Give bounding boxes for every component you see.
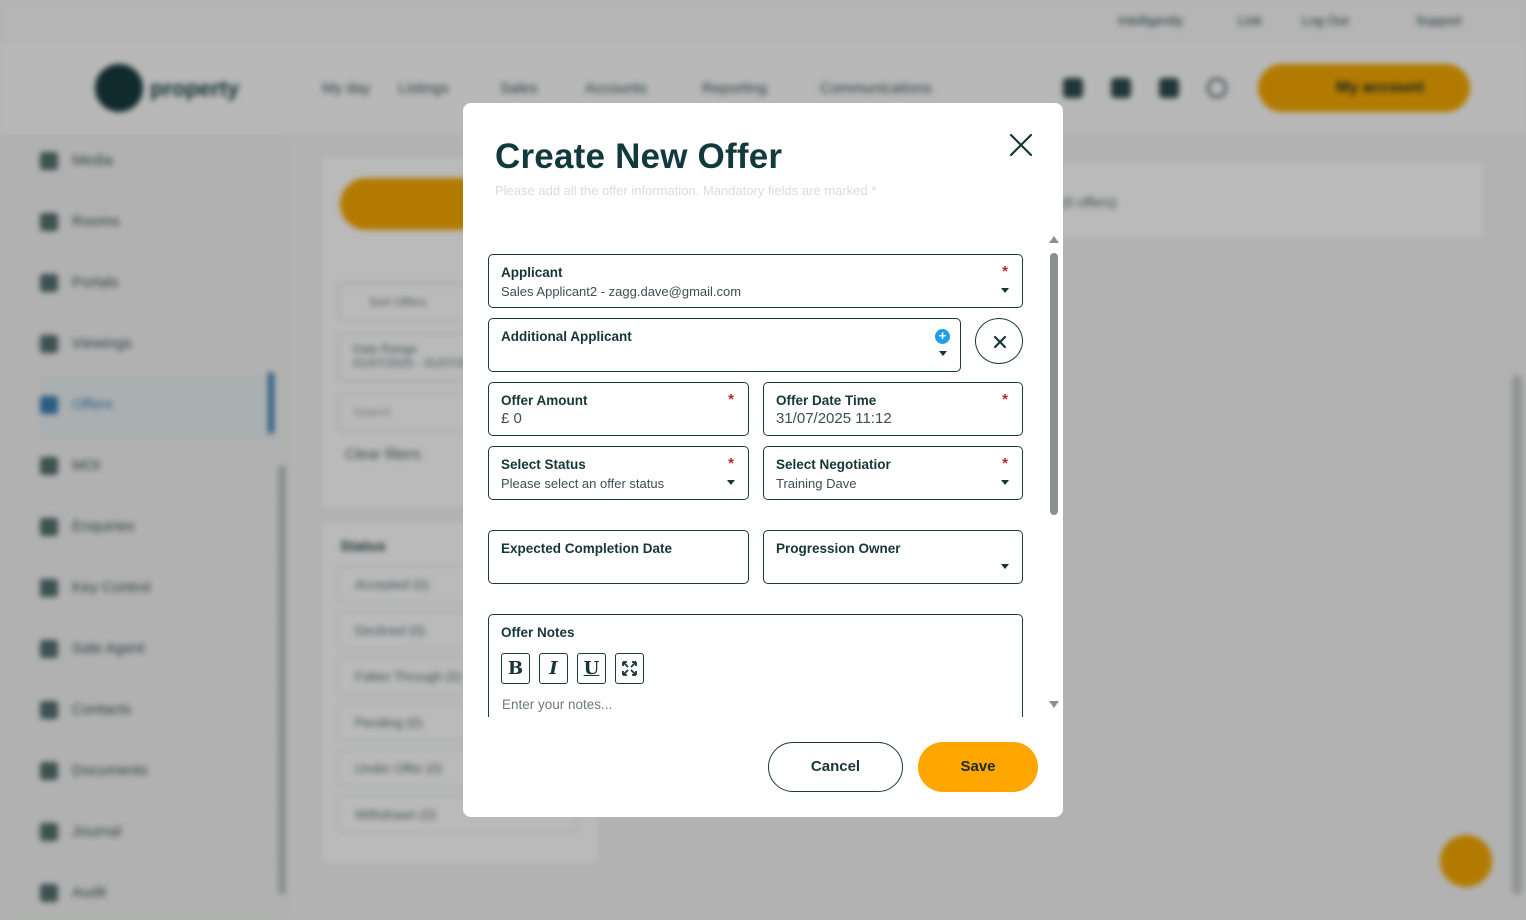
required-marker: * bbox=[728, 391, 734, 408]
offer-amount-field[interactable]: Offer Amount £ 0 * bbox=[488, 382, 749, 436]
italic-button[interactable]: I bbox=[539, 653, 568, 684]
fullscreen-button[interactable] bbox=[615, 653, 644, 684]
clear-additional-applicant-button[interactable] bbox=[975, 318, 1023, 364]
offer-date-time-label: Offer Date Time bbox=[776, 393, 877, 408]
status-label: Select Status bbox=[501, 457, 586, 472]
progression-owner-label: Progression Owner bbox=[776, 541, 901, 556]
offer-date-time-field[interactable]: Offer Date Time 31/07/2025 11:12 * bbox=[763, 382, 1023, 436]
negotiator-label: Select Negotiatior bbox=[776, 457, 891, 472]
offer-notes-editor[interactable]: Offer Notes B I U Enter your notes... bbox=[488, 614, 1023, 717]
underline-button[interactable]: U bbox=[577, 653, 606, 684]
offer-notes-label: Offer Notes bbox=[501, 625, 575, 640]
status-value: Please select an offer status bbox=[501, 476, 665, 491]
expand-icon bbox=[622, 661, 637, 676]
additional-applicant-label: Additional Applicant bbox=[501, 329, 632, 344]
scroll-thumb[interactable] bbox=[1050, 253, 1058, 515]
chevron-down-icon bbox=[1001, 480, 1009, 485]
chevron-down-icon bbox=[1001, 288, 1009, 293]
modal-title: Create New Offer bbox=[495, 137, 783, 176]
create-offer-modal: Create New Offer Please add all the offe… bbox=[463, 103, 1063, 817]
offer-amount-label: Offer Amount bbox=[501, 393, 588, 408]
negotiator-value: Training Dave bbox=[776, 476, 857, 491]
chevron-down-icon bbox=[727, 480, 735, 485]
expected-completion-label: Expected Completion Date bbox=[501, 541, 673, 556]
chevron-down-icon bbox=[939, 351, 947, 356]
progression-owner-select[interactable]: Progression Owner bbox=[763, 530, 1023, 584]
required-marker: * bbox=[728, 455, 734, 472]
scroll-down-arrow-icon[interactable] bbox=[1049, 701, 1059, 708]
modal-subtitle: Please add all the offer information. Ma… bbox=[495, 183, 877, 198]
chevron-down-icon bbox=[1001, 564, 1009, 569]
save-button[interactable]: Save bbox=[918, 742, 1038, 792]
offer-date-time-value: 31/07/2025 11:12 bbox=[776, 410, 892, 427]
close-icon[interactable] bbox=[1006, 130, 1036, 160]
scroll-up-arrow-icon[interactable] bbox=[1049, 236, 1059, 243]
negotiator-select[interactable]: Select Negotiatior Training Dave * bbox=[763, 446, 1023, 500]
additional-applicant-select[interactable]: Additional Applicant + bbox=[488, 318, 961, 372]
bold-button[interactable]: B bbox=[501, 653, 530, 684]
required-marker: * bbox=[1002, 263, 1008, 280]
offer-amount-value: £ 0 bbox=[501, 410, 522, 427]
add-applicant-icon[interactable]: + bbox=[935, 329, 950, 344]
close-icon bbox=[993, 335, 1007, 349]
offer-form: Applicant Sales Applicant2 - zagg.dave@g… bbox=[488, 253, 1023, 717]
expected-completion-date-field[interactable]: Expected Completion Date bbox=[488, 530, 749, 584]
applicant-label: Applicant bbox=[501, 265, 563, 280]
modal-scrollbar[interactable] bbox=[1049, 236, 1059, 716]
applicant-select[interactable]: Applicant Sales Applicant2 - zagg.dave@g… bbox=[488, 254, 1023, 308]
notes-placeholder[interactable]: Enter your notes... bbox=[502, 697, 612, 712]
status-select[interactable]: Select Status Please select an offer sta… bbox=[488, 446, 749, 500]
cancel-button[interactable]: Cancel bbox=[768, 742, 903, 792]
required-marker: * bbox=[1002, 455, 1008, 472]
required-marker: * bbox=[1002, 391, 1008, 408]
applicant-value: Sales Applicant2 - zagg.dave@gmail.com bbox=[501, 284, 742, 299]
